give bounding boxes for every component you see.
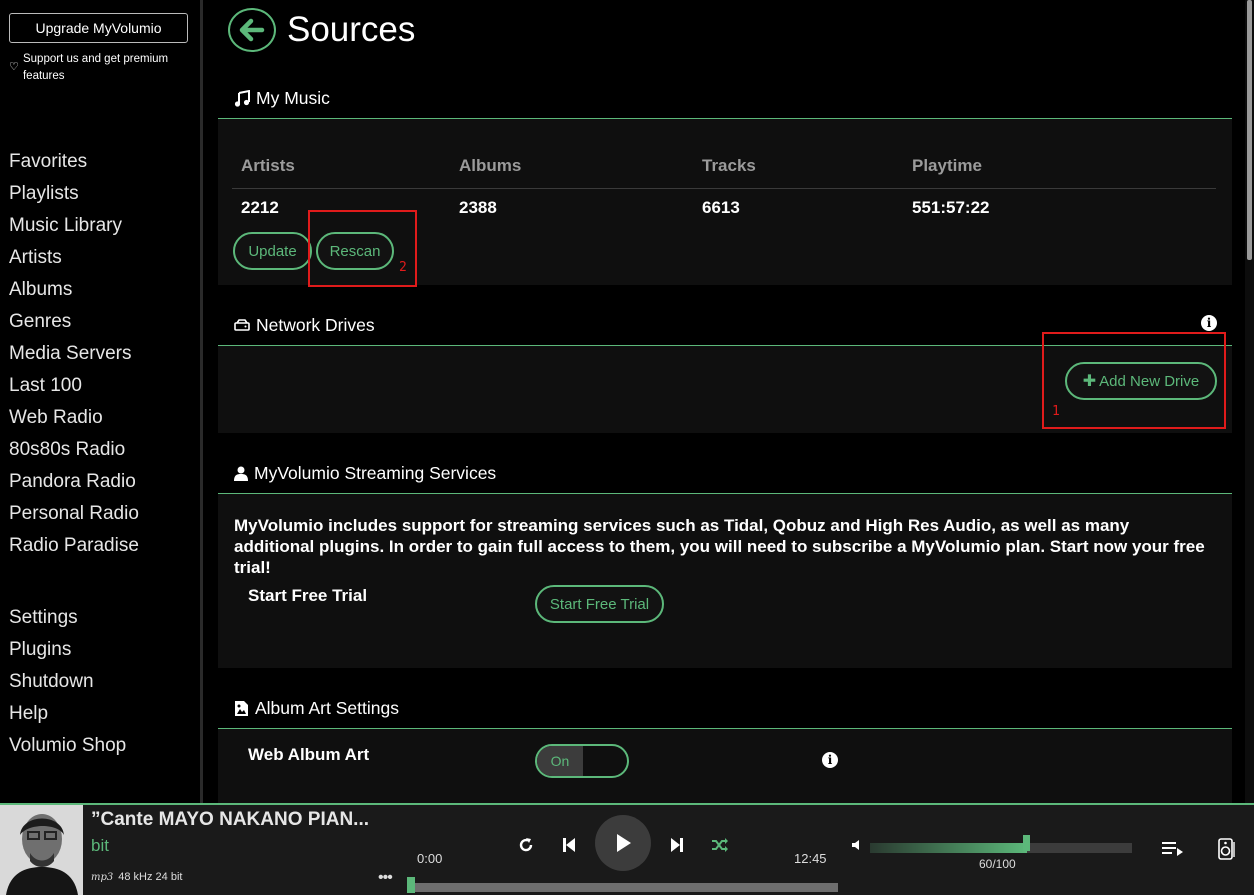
column-header: Tracks (693, 144, 903, 189)
player-bar: ”Cante MAYO NAKANO PIAN... bit mp3 48 kH… (0, 803, 1254, 895)
column-header: Playtime (903, 144, 1216, 189)
sidebar-item-artists[interactable]: Artists (9, 242, 139, 274)
track-format: mp3 48 kHz 24 bit (91, 871, 182, 883)
queue-list-icon (1162, 842, 1183, 856)
repeat-button[interactable] (516, 835, 536, 855)
nav-menu-system: Settings Plugins Shutdown Help Volumio Shop (9, 602, 126, 762)
back-button[interactable] (228, 8, 276, 52)
seek-handle[interactable] (407, 877, 415, 893)
sidebar-item-pandora-radio[interactable]: Pandora Radio (9, 466, 139, 498)
page-title: Sources (287, 10, 416, 49)
arrow-left-icon (239, 18, 265, 42)
sidebar-item-music-library[interactable]: Music Library (9, 210, 139, 242)
play-button[interactable] (595, 815, 651, 871)
tracks-count: 6613 (702, 198, 740, 218)
annotation-box-add-drive (1042, 332, 1226, 429)
shuffle-icon (712, 838, 728, 852)
output-device-button[interactable] (1216, 837, 1238, 861)
web-album-art-label: Web Album Art (248, 745, 370, 764)
volume-icon[interactable] (850, 838, 862, 852)
nav-menu: Favorites Playlists Music Library Artists Al… (9, 146, 139, 562)
queue-button[interactable] (1161, 839, 1185, 857)
album-art-image (0, 805, 83, 895)
volume-fill (870, 843, 1028, 853)
scrollbar-thumb[interactable] (1247, 0, 1252, 260)
streaming-services-title: MyVolumio Streaming Services (254, 462, 497, 483)
sidebar-item-personal-radio[interactable]: Personal Radio (9, 498, 139, 530)
speaker-icon (1218, 838, 1235, 860)
album-art-header: Album Art Settings (218, 688, 1232, 729)
sidebar-item-settings[interactable]: Settings (9, 602, 126, 634)
more-options-icon[interactable]: ••• (378, 869, 393, 887)
album-art-title: Album Art Settings (255, 697, 399, 718)
info-icon[interactable]: i (822, 752, 838, 768)
support-note: ♡ Support us and get premium features (9, 51, 189, 85)
sidebar-item-albums[interactable]: Albums (9, 274, 139, 306)
sidebar-item-volumio-shop[interactable]: Volumio Shop (9, 730, 126, 762)
free-trial-label: Start Free Trial (248, 586, 368, 605)
next-button[interactable] (667, 835, 687, 855)
sidebar-item-genres[interactable]: Genres (9, 306, 139, 338)
skip-forward-icon (671, 838, 683, 852)
annotation-number: 1 (1052, 404, 1060, 419)
update-button[interactable]: Update (233, 232, 312, 270)
column-header: Albums (450, 144, 693, 189)
previous-button[interactable] (559, 835, 579, 855)
streaming-services-panel: MyVolumio includes support for streaming… (218, 494, 1232, 668)
skip-back-icon (563, 838, 575, 852)
start-free-trial-button[interactable]: Start Free Trial (535, 585, 664, 623)
sidebar-item-web-radio[interactable]: Web Radio (9, 402, 139, 434)
volume-slider[interactable] (870, 843, 1132, 853)
sidebar-item-help[interactable]: Help (9, 698, 126, 730)
mp3-badge-icon: mp3 (91, 871, 114, 883)
volume-handle[interactable] (1023, 835, 1031, 851)
network-drives-title: Network Drives (256, 314, 375, 335)
sidebar-item-radio-paradise[interactable]: Radio Paradise (9, 530, 139, 562)
toggle-on-label: On (537, 746, 583, 776)
heart-icon: ♡ (9, 61, 19, 73)
playtime-value: 551:57:22 (912, 198, 990, 218)
main-content: Sources My Music Artists Albums Tracks P… (218, 0, 1232, 803)
shuffle-button[interactable] (710, 835, 730, 855)
my-music-title: My Music (256, 87, 330, 108)
albums-count: 2388 (459, 198, 497, 218)
volume-readout: 60/100 (979, 857, 1016, 871)
user-icon (234, 466, 248, 481)
sidebar-item-80s80s-radio[interactable]: 80s80s Radio (9, 434, 139, 466)
hard-drive-icon (234, 319, 250, 331)
sidebar-item-favorites[interactable]: Favorites (9, 146, 139, 178)
album-art-panel: Web Album Art (218, 729, 1232, 803)
play-icon (617, 834, 631, 852)
music-note-icon (234, 89, 250, 107)
format-text: 48 kHz 24 bit (118, 871, 183, 883)
upgrade-button[interactable]: Upgrade MyVolumio (9, 13, 188, 43)
my-music-panel: Artists Albums Tracks Playtime 2212 2388… (218, 119, 1232, 287)
time-elapsed: 0:00 (417, 851, 443, 866)
info-icon[interactable]: i (1201, 315, 1217, 331)
column-header: Artists (232, 144, 450, 189)
support-text: Support us and get premium features (22, 53, 169, 82)
album-art-thumbnail[interactable] (0, 805, 83, 895)
sidebar-item-playlists[interactable]: Playlists (9, 178, 139, 210)
annotation-box-rescan (308, 210, 417, 287)
sidebar-item-shutdown[interactable]: Shutdown (9, 666, 126, 698)
seek-bar[interactable] (409, 883, 838, 892)
sidebar: Upgrade MyVolumio ♡ Support us and get p… (0, 0, 203, 803)
streaming-services-header: MyVolumio Streaming Services (218, 453, 1232, 494)
track-title: ”Cante MAYO NAKANO PIAN... (91, 809, 369, 830)
track-artist[interactable]: bit (91, 836, 109, 856)
web-album-art-toggle[interactable]: On (535, 744, 629, 778)
image-file-icon (234, 700, 249, 717)
sidebar-item-last-100[interactable]: Last 100 (9, 370, 139, 402)
my-music-header: My Music (218, 78, 1232, 119)
time-total: 12:45 (794, 851, 827, 866)
sidebar-item-media-servers[interactable]: Media Servers (9, 338, 139, 370)
title-row: Sources (228, 6, 415, 54)
scrollbar[interactable] (1245, 0, 1254, 803)
streaming-description: MyVolumio includes support for streaming… (234, 516, 1205, 577)
sidebar-item-plugins[interactable]: Plugins (9, 634, 126, 666)
repeat-icon (519, 838, 533, 852)
annotation-number: 2 (399, 260, 407, 275)
